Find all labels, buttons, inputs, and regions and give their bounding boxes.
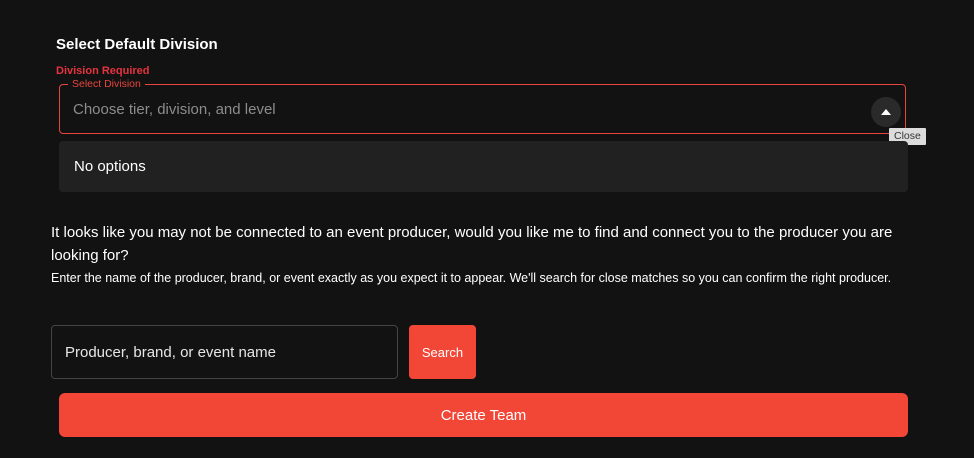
producer-search-instructions: Enter the name of the producer, brand, o… [51,271,892,285]
division-options-list: No options [59,141,908,192]
create-team-form: Select Default Division Division Require… [0,0,974,458]
section-title: Select Default Division [56,36,218,53]
division-select-placeholder: Choose tier, division, and level [73,101,276,118]
create-team-button[interactable]: Create Team [59,393,908,437]
no-options-message: No options [74,158,146,175]
division-error-message: Division Required [56,65,150,77]
division-select[interactable]: Select Division Choose tier, division, a… [59,78,906,134]
search-button[interactable]: Search [409,325,476,379]
producer-search-input[interactable] [51,325,398,379]
producer-connect-question: It looks like you may not be connected t… [51,224,893,264]
dropdown-close-button[interactable] [871,97,901,127]
division-select-label: Select Division [68,78,145,90]
caret-up-icon [881,109,891,115]
